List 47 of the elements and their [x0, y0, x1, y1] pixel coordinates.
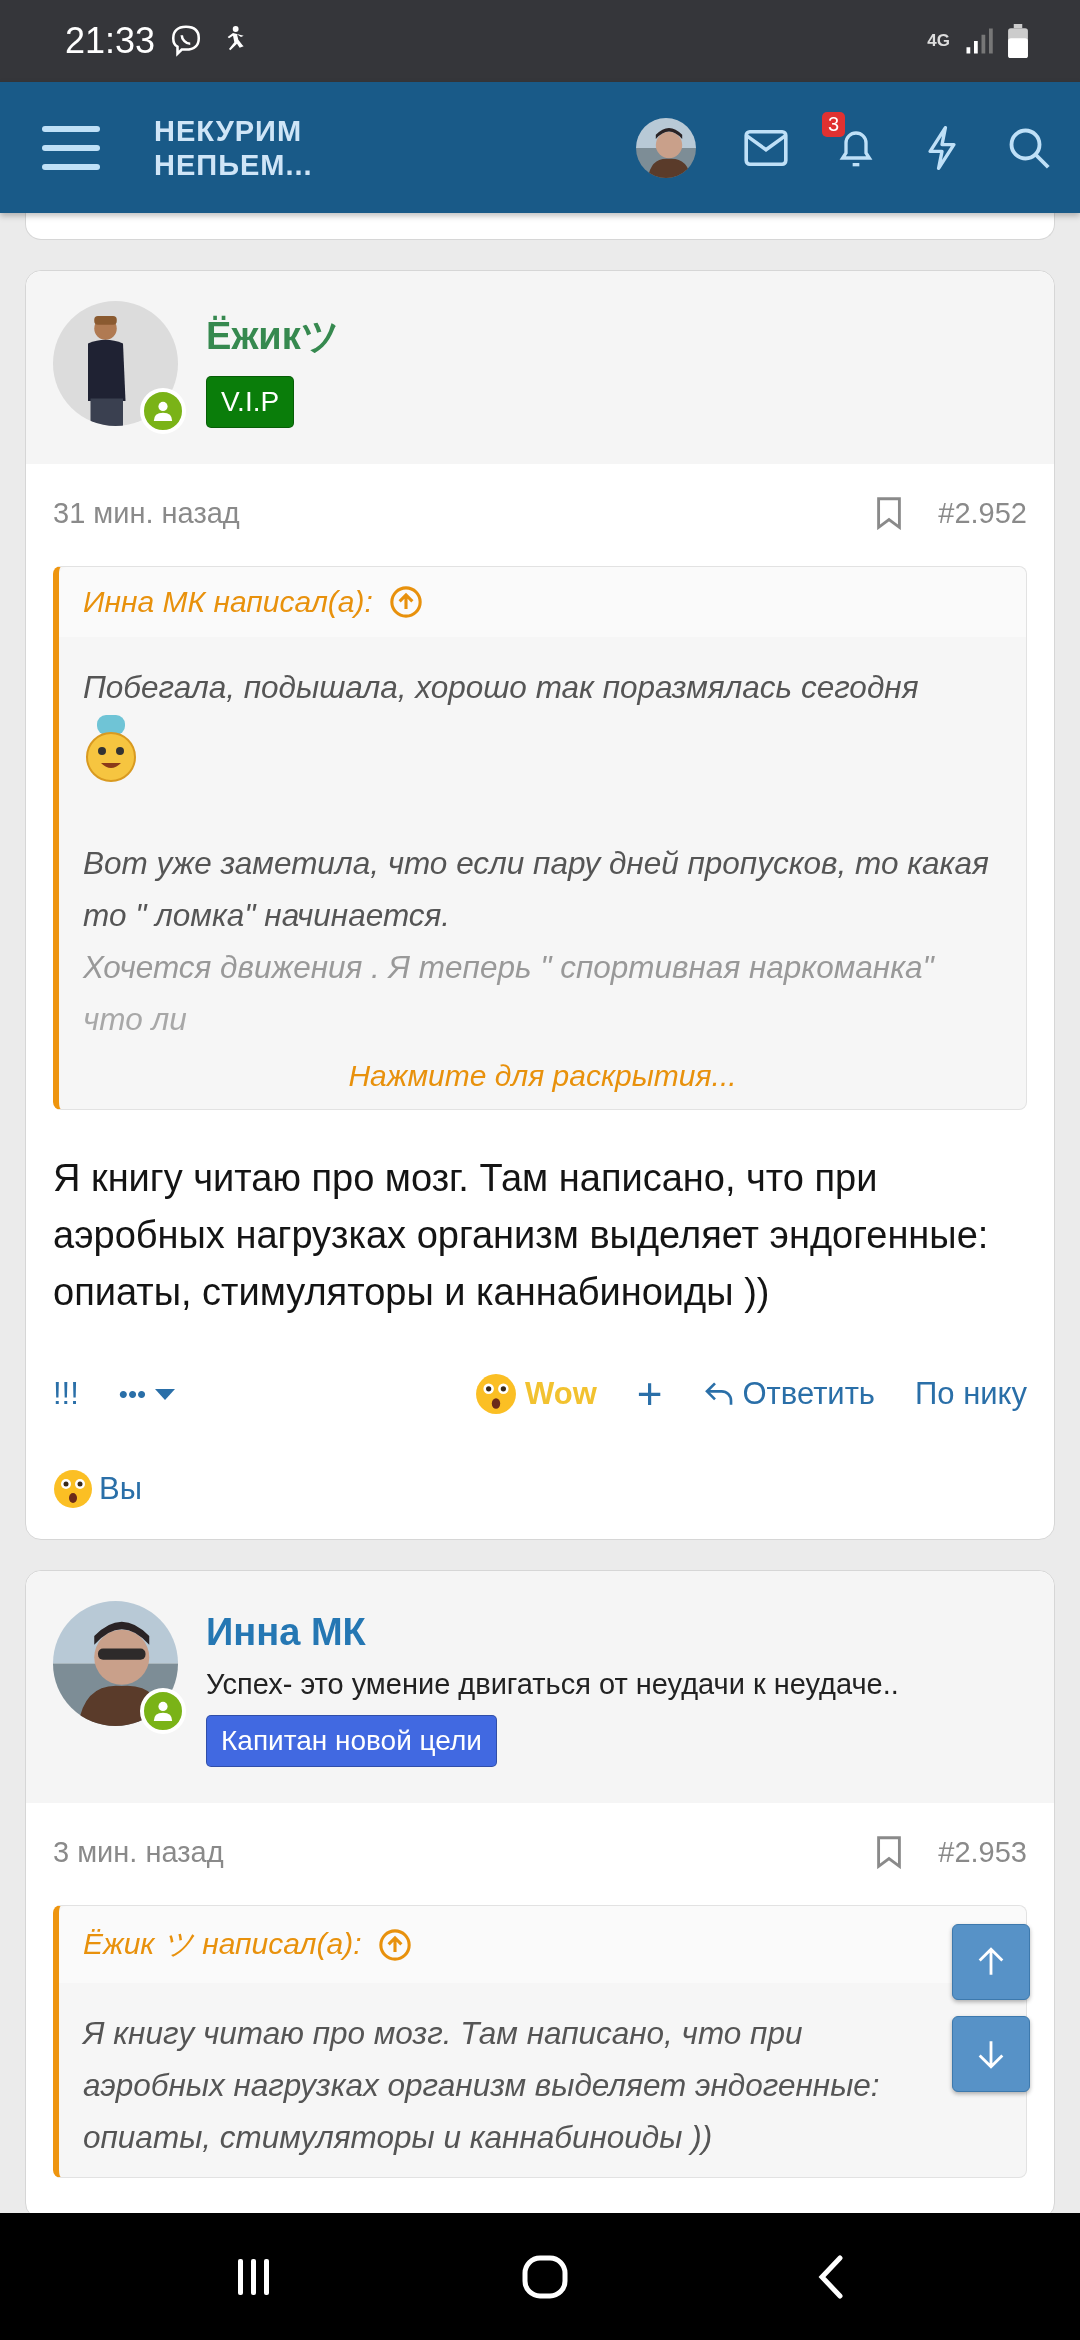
back-icon[interactable]: [816, 2254, 846, 2299]
account-avatar[interactable]: [636, 117, 696, 178]
reacted-by-link[interactable]: Вы: [99, 1471, 142, 1507]
post-text: Я книгу читаю про мозг. Там написано, что при аэробных нагрузках организм выделяет эндогенные: опиаты, стимуляторы и каннабиноиды )): [53, 1156, 990, 1315]
post-time[interactable]: 3 мин. назад: [53, 1835, 224, 1869]
caret-icon: [154, 1387, 177, 1401]
network-type: 4G: [927, 31, 950, 51]
bookmark-icon[interactable]: [876, 496, 903, 530]
user-icon: [152, 400, 174, 422]
scroll-up-button[interactable]: [952, 1924, 1030, 2000]
quote-text: что ли: [83, 1000, 188, 1039]
post-number[interactable]: #2.953: [938, 1835, 1027, 1869]
signal-icon: [964, 26, 994, 56]
author-name[interactable]: Инна МК: [206, 1611, 899, 1654]
reply-button[interactable]: Ответить: [702, 1376, 875, 1412]
battery-icon: [1008, 24, 1028, 58]
notification-count: 3: [822, 111, 846, 137]
reaction-summary-button[interactable]: [53, 1469, 93, 1509]
bookmark-icon[interactable]: [876, 1835, 903, 1869]
post-time[interactable]: 31 мин. назад: [53, 496, 240, 530]
search-icon[interactable]: [1008, 126, 1050, 169]
quote-text: Я книгу читаю про мозг. Там написано, что при аэробных нагрузках организм выделяет эндогенные: опиаты, стимуляторы и каннабиноиды )): [83, 2014, 881, 2157]
user-badge: Капитан новой цели: [206, 1715, 497, 1767]
user-icon: [152, 1700, 174, 1722]
user-title: Успех- это умение двигаться от неудачи к неудаче..: [206, 1668, 899, 1701]
post-number[interactable]: #2.952: [938, 496, 1027, 530]
quote-author: Ёжик ツ написал(а):: [83, 1926, 362, 1962]
author-name[interactable]: Ёжикツ: [206, 311, 340, 362]
quote-author: Инна МК написал(а):: [83, 585, 373, 619]
more-menu-button[interactable]: •••: [118, 1378, 177, 1410]
wow-emoji-icon: [475, 1373, 518, 1415]
scroll-down-button[interactable]: [952, 2016, 1030, 2092]
site-logo-text[interactable]: НЕКУРИМ: [154, 113, 313, 148]
action-link[interactable]: !!!: [53, 1376, 79, 1412]
user-badge: V.I.P: [206, 376, 295, 428]
smiley-icon: [83, 713, 139, 785]
action-link[interactable]: По нику: [915, 1376, 1027, 1412]
menu-icon[interactable]: [42, 125, 100, 170]
home-icon[interactable]: [522, 2254, 568, 2299]
status-time: 21:33: [65, 20, 156, 62]
quote-text: Хочется движения . Я теперь " спортивная наркоманка": [83, 948, 936, 987]
quote-text: Вот уже заметила, что если пару дней пропусков, то какая то " ломка" начинается.: [83, 844, 990, 935]
quote-text: Побегала, подышала, хорошо так поразмялась сегодня: [83, 668, 920, 707]
site-logo-text[interactable]: НЕПЬЕМ...: [154, 147, 313, 182]
mail-icon[interactable]: [744, 129, 788, 166]
add-reaction-button[interactable]: +: [636, 1369, 663, 1419]
wow-emoji-icon: [53, 1469, 93, 1509]
